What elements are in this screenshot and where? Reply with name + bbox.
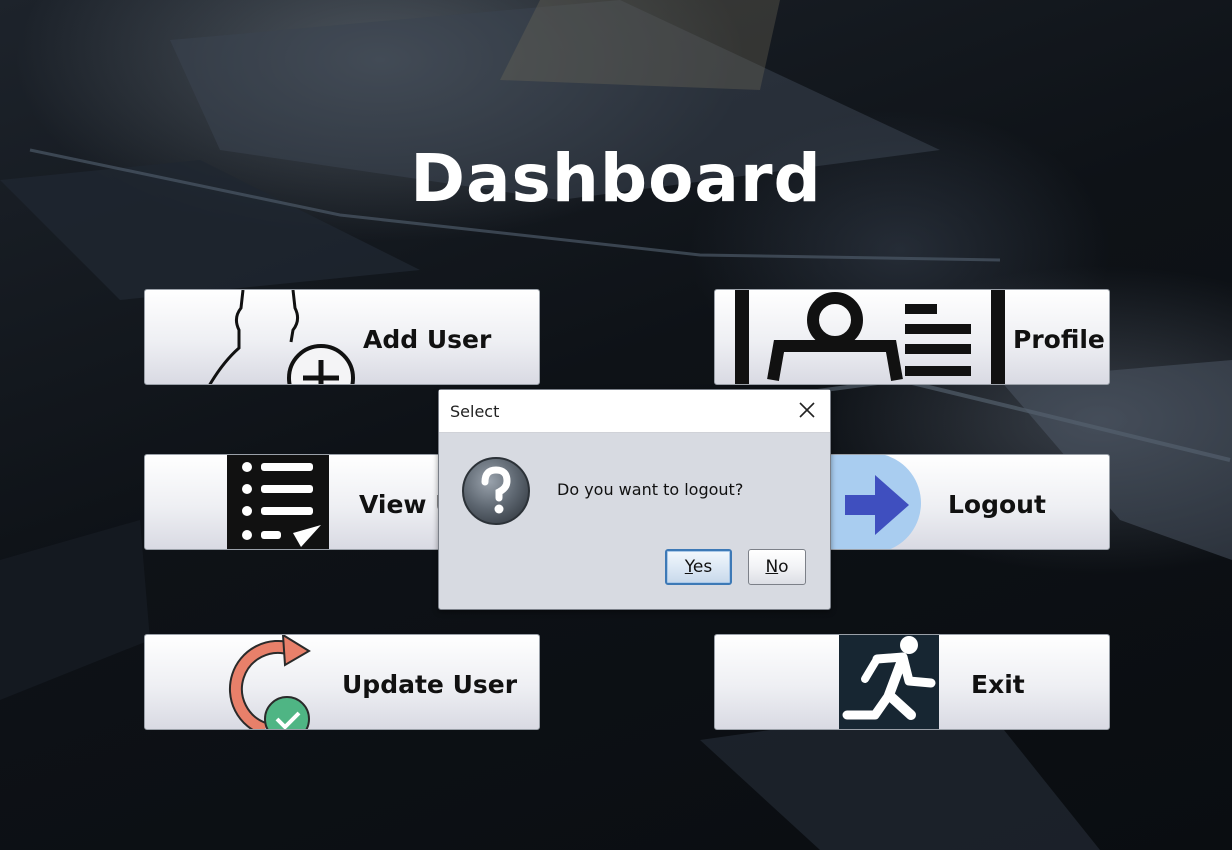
logout-confirm-dialog[interactable]: Select Do you want to logout? Yes No <box>438 389 831 610</box>
yes-label-rest: es <box>692 557 713 577</box>
exit-button[interactable]: Exit <box>714 634 1110 730</box>
profile-button[interactable]: Profile <box>714 289 1110 385</box>
profile-label: Profile <box>1013 325 1105 354</box>
dialog-title: Select <box>450 402 500 421</box>
update-user-button[interactable]: Update User <box>144 634 540 730</box>
profile-card-icon <box>735 290 1005 384</box>
yes-button[interactable]: Yes <box>665 549 732 585</box>
dialog-titlebar[interactable]: Select <box>439 390 830 433</box>
add-user-button[interactable]: Add User <box>144 289 540 385</box>
no-button[interactable]: No <box>748 549 806 585</box>
exit-label: Exit <box>971 670 1025 699</box>
update-user-label: Update User <box>342 670 518 699</box>
no-label-rest: o <box>778 557 789 577</box>
close-icon[interactable] <box>796 399 818 421</box>
question-icon <box>462 457 530 525</box>
arrow-right-icon <box>825 455 921 549</box>
page-title: Dashboard <box>410 140 822 217</box>
add-user-label: Add User <box>363 325 492 354</box>
refresh-check-icon <box>228 635 311 729</box>
add-user-icon <box>208 290 355 384</box>
running-man-icon <box>839 635 939 729</box>
no-mnemonic: N <box>765 557 779 577</box>
logout-label: Logout <box>948 490 1046 519</box>
list-icon <box>227 455 329 549</box>
dialog-message: Do you want to logout? <box>557 480 744 499</box>
yes-mnemonic: Y <box>684 557 693 577</box>
